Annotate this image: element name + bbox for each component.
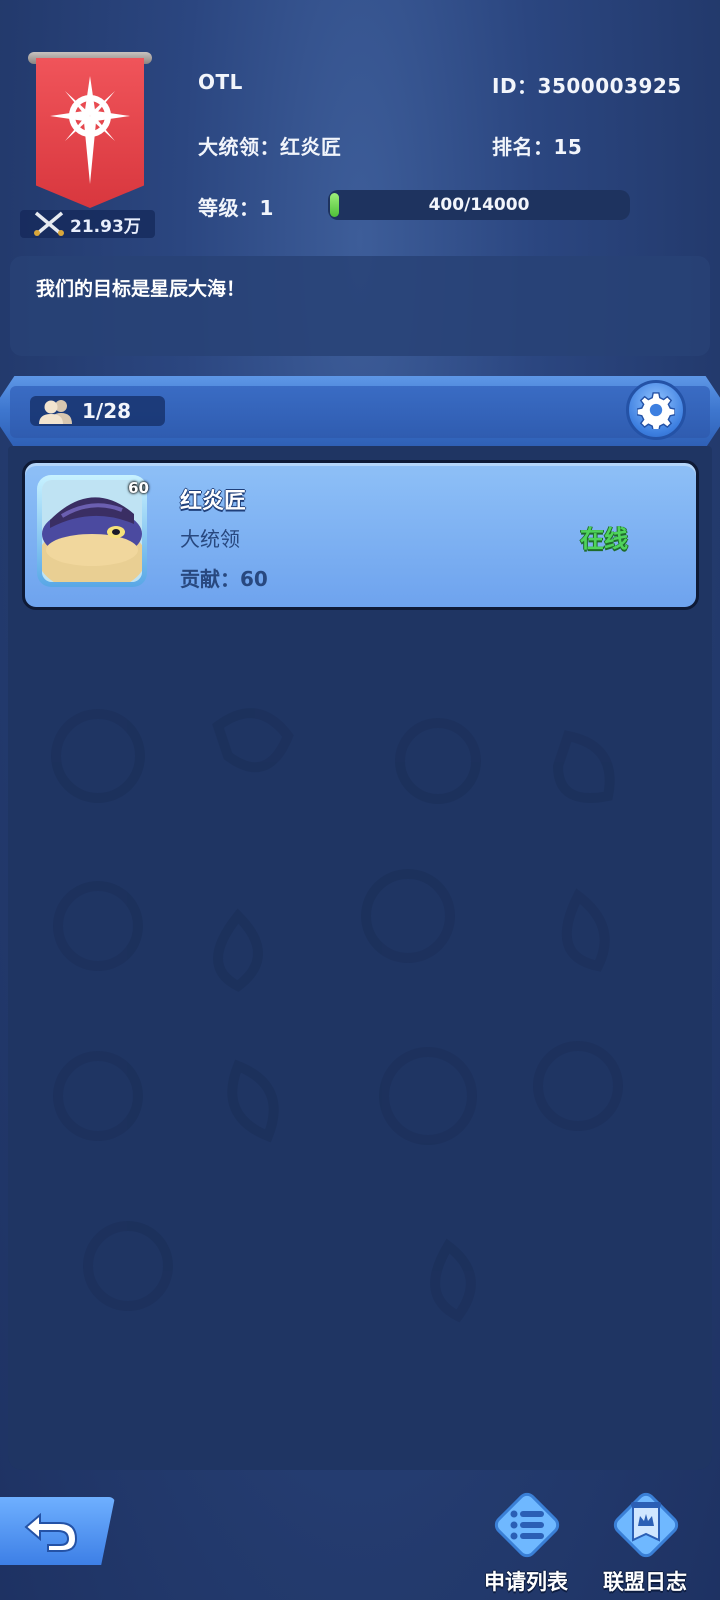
member-count-text: 1/28 (82, 399, 132, 423)
alliance-log-label: 联盟日志 (603, 1570, 687, 1594)
member-card[interactable]: 60 红炎匠 大统领 贡献：60 在线 (22, 460, 699, 610)
alliance-name: OTL (198, 70, 243, 94)
avatar (42, 480, 142, 582)
list-icon (494, 1492, 560, 1558)
gear-icon (637, 392, 675, 429)
settings-button[interactable] (626, 380, 686, 440)
member-name: 红炎匠 (180, 489, 247, 514)
member-contribution: 贡献：60 (180, 567, 268, 591)
power-value: 21.93万 (70, 216, 141, 237)
avatar-level: 60 (128, 479, 149, 497)
xp-progress-text: 400/14000 (428, 195, 530, 215)
avatar-frame[interactable]: 60 (37, 475, 149, 587)
member-online-status: 在线 (580, 525, 628, 553)
members-icon (39, 400, 72, 424)
alliance-level: 等级：1 (198, 196, 274, 220)
alliance-leader: 大统领：红炎匠 (198, 135, 342, 159)
back-arrow-icon (24, 1512, 78, 1552)
alliance-rank: 排名：15 (492, 135, 583, 159)
member-role: 大统领 (180, 527, 240, 551)
xp-progress-bar: 400/14000 (328, 190, 630, 220)
back-button[interactable] (0, 1497, 115, 1565)
apply-list-label: 申请列表 (484, 1570, 568, 1594)
alliance-banner: 21.93万 (20, 52, 160, 242)
alliance-id: ID：3500003925 (492, 74, 682, 98)
toad-avatar-icon (42, 480, 142, 582)
banner-crown-icon (613, 1492, 679, 1558)
member-count: 1/28 (30, 396, 165, 426)
crossed-swords-icon (34, 211, 64, 236)
alliance-motto: 我们的目标是星辰大海！ (36, 278, 246, 300)
alliance-motto-box: 我们的目标是星辰大海！ (10, 256, 710, 356)
apply-list-button[interactable]: 申请列表 (476, 1488, 576, 1598)
alliance-power: 21.93万 (20, 210, 155, 238)
alliance-log-button[interactable]: 联盟日志 (595, 1488, 695, 1598)
compass-star-emblem-icon (50, 76, 130, 184)
